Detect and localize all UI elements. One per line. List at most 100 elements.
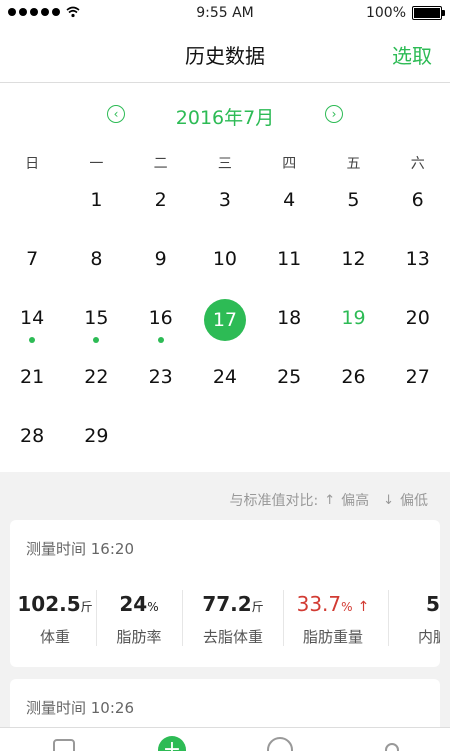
metric-value: 77.2 [202,592,252,616]
calendar-cell[interactable]: 16 [129,301,193,360]
calendar-cell[interactable]: 23 [129,360,193,419]
metric-value: 102.5 [17,592,81,616]
calendar-cell[interactable]: 5 [321,183,385,242]
calendar-day[interactable]: 15 [64,307,128,329]
calendar-day[interactable]: 3 [193,189,257,211]
calendar-week: 14 15 16 17 18 19 20 [0,299,450,360]
calendar-week: 28 29 [0,419,450,478]
calendar-cell[interactable]: 25 [257,360,321,419]
calendar-day[interactable]: 2 [129,189,193,211]
calendar-day[interactable]: 20 [386,307,450,329]
calendar-day[interactable]: 25 [257,366,321,388]
calendar-cell[interactable]: 9 [129,242,193,301]
tab-discover[interactable] [266,736,294,751]
calendar-day[interactable]: 12 [321,248,385,270]
page-title: 历史数据 [185,44,265,68]
calendar-day[interactable]: 22 [64,366,128,388]
calendar-day[interactable]: 24 [193,366,257,388]
calendar-cell[interactable]: 14 [0,301,64,360]
calendar-cell[interactable]: 7 [0,242,64,301]
calendar-grid: 1 2 3 4 5 6 7 8 9 10 11 12 13 14 15 16 17 18 19 20 21 22 23 24 2… [0,183,450,478]
calendar-day[interactable]: 18 [257,307,321,329]
weekday-label: 四 [282,156,297,172]
calendar-day[interactable]: 8 [64,248,128,270]
calendar-cell [129,419,193,478]
calendar-cell[interactable]: 29 [64,419,128,478]
select-button[interactable]: 选取 [392,40,432,69]
calendar-day[interactable]: 27 [386,366,450,388]
calendar-cell[interactable]: 15 [64,301,128,360]
tab-home[interactable] [50,736,78,751]
calendar-cell [321,419,385,478]
calendar-cell[interactable]: 22 [64,360,128,419]
calendar-cell[interactable]: 21 [0,360,64,419]
calendar-week: 21 22 23 24 25 26 27 [0,360,450,419]
calendar-cell[interactable]: 11 [257,242,321,301]
calendar-day[interactable]: 9 [129,248,193,270]
weekday-label: 一 [89,156,104,172]
record-dot-icon [93,337,100,343]
record-dot-icon [29,337,36,343]
calendar-cell[interactable]: 3 [193,183,257,242]
calendar-day[interactable]: 29 [64,425,128,447]
calendar-cell[interactable]: 8 [64,242,128,301]
calendar-day[interactable]: 26 [321,366,385,388]
metric-value: 33.7 [296,592,342,616]
legend-label: 与标准值对比: [229,493,319,509]
calendar-cell[interactable]: 18 [257,301,321,360]
calendar-cell[interactable]: 17 [193,299,257,360]
shield-icon [53,739,75,751]
calendar-cell [0,183,64,242]
calendar-day[interactable]: 23 [129,366,193,388]
nav-bar: 历史数据 选取 [0,26,450,83]
weekday-row: 日一二三四五六 [0,153,450,173]
calendar-day[interactable]: 7 [0,248,64,270]
record-card[interactable]: 测量时间 16:20 102.5斤 体重 24% 脂肪率 77.2斤 去脂体重 … [10,520,440,667]
calendar-cell[interactable]: 1 [64,183,128,242]
metric-name: 脂肪重量 [302,628,363,646]
tab-bar: + [0,727,450,751]
calendar-cell[interactable]: 27 [386,360,450,419]
next-month-button[interactable]: › [325,105,343,123]
calendar-cell[interactable]: 12 [321,242,385,301]
plus-icon: + [158,736,186,751]
calendar-day[interactable]: 6 [386,189,450,211]
metric-visceral: 5 内脏 [383,592,440,647]
chevron-right-icon: › [331,107,337,121]
arrow-up-icon: ↑ [357,599,370,615]
calendar-day[interactable]: 16 [129,307,193,329]
legend-low: 偏低 [400,493,428,509]
calendar-day[interactable]: 21 [0,366,64,388]
metric-unit: % [341,600,353,614]
calendar-cell[interactable]: 19 [321,301,385,360]
calendar-day[interactable]: 11 [257,248,321,270]
calendar-day[interactable]: 14 [0,307,64,329]
tab-add[interactable]: + [158,736,186,751]
calendar-day[interactable]: 1 [64,189,128,211]
calendar-day[interactable]: 10 [193,248,257,270]
calendar-cell[interactable]: 26 [321,360,385,419]
calendar-cell[interactable]: 28 [0,419,64,478]
calendar-day[interactable]: 5 [321,189,385,211]
calendar-cell[interactable]: 20 [386,301,450,360]
metrics-row: 102.5斤 体重 24% 脂肪率 77.2斤 去脂体重 33.7% ↑ 脂肪重… [10,578,440,658]
calendar-week: 7 8 9 10 11 12 13 [0,242,450,301]
weekday-label: 日 [25,156,40,172]
selected-day[interactable]: 17 [203,299,246,341]
status-bar: 9:55 AM 100% [0,0,450,26]
calendar-cell[interactable]: 10 [193,242,257,301]
metric-name: 去脂体重 [202,628,263,646]
calendar-day[interactable]: 4 [257,189,321,211]
calendar-day[interactable]: 19 [321,307,385,329]
calendar-day[interactable]: 13 [386,248,450,270]
calendar-day[interactable]: 28 [0,425,64,447]
calendar-cell[interactable]: 4 [257,183,321,242]
calendar-cell[interactable]: 6 [386,183,450,242]
metric-value: 24 [119,592,148,616]
tab-profile[interactable] [378,736,406,751]
metric-unit: 斤 [251,600,264,614]
calendar-cell[interactable]: 2 [129,183,193,242]
metric-lean-mass: 77.2斤 去脂体重 [183,592,283,647]
calendar-cell[interactable]: 24 [193,360,257,419]
calendar-cell[interactable]: 13 [386,242,450,301]
